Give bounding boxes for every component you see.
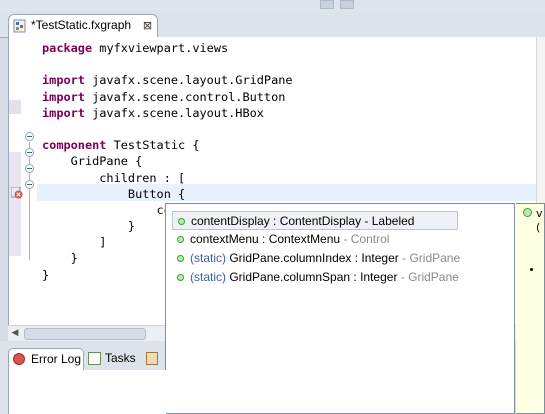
code-keyword: import (42, 105, 85, 120)
code-text-segment: ] (42, 235, 107, 250)
editor-tab-bar: *TestStatic.fxgraph ⊠ (0, 12, 545, 38)
property-icon (523, 208, 532, 217)
doc-bullet (530, 268, 533, 271)
completion-owner: - GridPane (398, 251, 461, 265)
static-prefix: (static) (190, 251, 230, 265)
code-line[interactable]: package myfxviewpart.views (42, 40, 293, 56)
tab-title: *TestStatic.fxgraph (31, 18, 132, 32)
code-line[interactable]: children : [ (42, 170, 293, 186)
completion-text: contextMenu : ContextMenu (190, 232, 341, 246)
property-icon (177, 274, 184, 281)
content-assist-popup[interactable]: contentDisplay : ContentDisplay - Labele… (165, 203, 515, 414)
toolbar-button[interactable] (320, 0, 334, 9)
code-keyword: package (42, 41, 93, 55)
annotation-ruler (9, 37, 23, 340)
completion-owner: - GridPane (397, 270, 459, 284)
completion-text: GridPane.columnSpan : Integer (229, 270, 398, 284)
close-icon[interactable]: ⊠ (142, 20, 153, 31)
scroll-left-icon[interactable]: ◀ (9, 328, 21, 339)
bottom-tab-bar: Error Log Tasks (8, 348, 165, 371)
completion-text: GridPane.columnIndex : Integer (229, 251, 399, 265)
completion-owner: - Control (340, 232, 390, 246)
completion-item[interactable]: (static) GridPane.columnIndex : Integer … (172, 249, 461, 268)
completion-item[interactable]: contentDisplay : ContentDisplay - Labele… (172, 211, 458, 230)
fold-toggle-icon[interactable] (25, 148, 34, 157)
fold-guide (29, 142, 30, 260)
property-icon (178, 218, 185, 225)
documentation-popup: v ( (516, 203, 545, 414)
fxgraph-file-icon (13, 19, 26, 33)
completion-item[interactable]: contextMenu : ContextMenu - Control (172, 230, 458, 249)
code-line[interactable] (42, 56, 293, 72)
code-line[interactable]: import javafx.scene.layout.HBox (42, 105, 293, 121)
tasks-icon[interactable] (88, 352, 101, 365)
doc-text: v (536, 207, 543, 220)
tab-error-log[interactable]: Error Log (8, 348, 84, 370)
code-text-segment: Button { (42, 186, 186, 201)
tab-label: Error Log (31, 352, 82, 366)
error-log-icon (13, 353, 25, 365)
fold-toggle-icon[interactable] (25, 132, 34, 141)
top-toolbar-strip (0, 0, 545, 12)
bottom-panel: Error Log Tasks (0, 341, 166, 414)
code-line[interactable]: component TestStatic { (42, 137, 293, 153)
code-keyword: component (42, 138, 107, 153)
code-text-segment: children : [ (42, 170, 186, 185)
code-text-segment: } (42, 267, 50, 282)
error-marker-icon[interactable] (11, 187, 23, 199)
property-icon (177, 255, 184, 262)
code-text-segment: myfxviewpart.views (92, 41, 229, 55)
change-marker-band (9, 152, 21, 256)
code-text-segment: } (42, 251, 78, 266)
bottom-panel-content (8, 370, 166, 414)
fold-toggle-icon[interactable] (25, 180, 34, 189)
static-prefix: (static) (190, 270, 230, 284)
code-keyword: import (42, 73, 85, 88)
view-icon[interactable] (146, 352, 158, 365)
code-text-segment: TestStatic { (106, 138, 200, 153)
annotation-marker (9, 100, 21, 114)
code-text-segment: javafx.scene.layout.HBox (84, 105, 264, 120)
folding-column (23, 37, 37, 340)
code-text-segment: } (42, 219, 136, 234)
code-line[interactable]: import javafx.scene.layout.GridPane (42, 72, 293, 88)
code-line[interactable] (42, 121, 293, 137)
code-keyword: import (42, 89, 85, 104)
completion-item[interactable]: (static) GridPane.columnSpan : Integer -… (172, 268, 459, 287)
code-line[interactable]: import javafx.scene.control.Button (42, 89, 293, 105)
code-text-segment: javafx.scene.control.Button (84, 89, 286, 104)
code-line[interactable]: Button { (42, 186, 293, 202)
code-text-segment: javafx.scene.layout.GridPane (84, 73, 293, 88)
code-line[interactable]: GridPane { (42, 153, 293, 169)
fold-toggle-icon[interactable] (25, 164, 34, 173)
doc-text: ( (536, 221, 541, 234)
scroll-thumb[interactable] (24, 328, 146, 340)
property-icon (177, 236, 184, 243)
tab-teststatic[interactable]: *TestStatic.fxgraph ⊠ (8, 14, 158, 37)
tab-tasks[interactable]: Tasks (105, 351, 136, 365)
toolbar-button[interactable] (340, 0, 354, 9)
completion-text: contentDisplay : ContentDisplay - Labele… (191, 214, 415, 228)
code-text-segment: co (42, 202, 171, 217)
code-text-segment: GridPane { (42, 154, 143, 169)
